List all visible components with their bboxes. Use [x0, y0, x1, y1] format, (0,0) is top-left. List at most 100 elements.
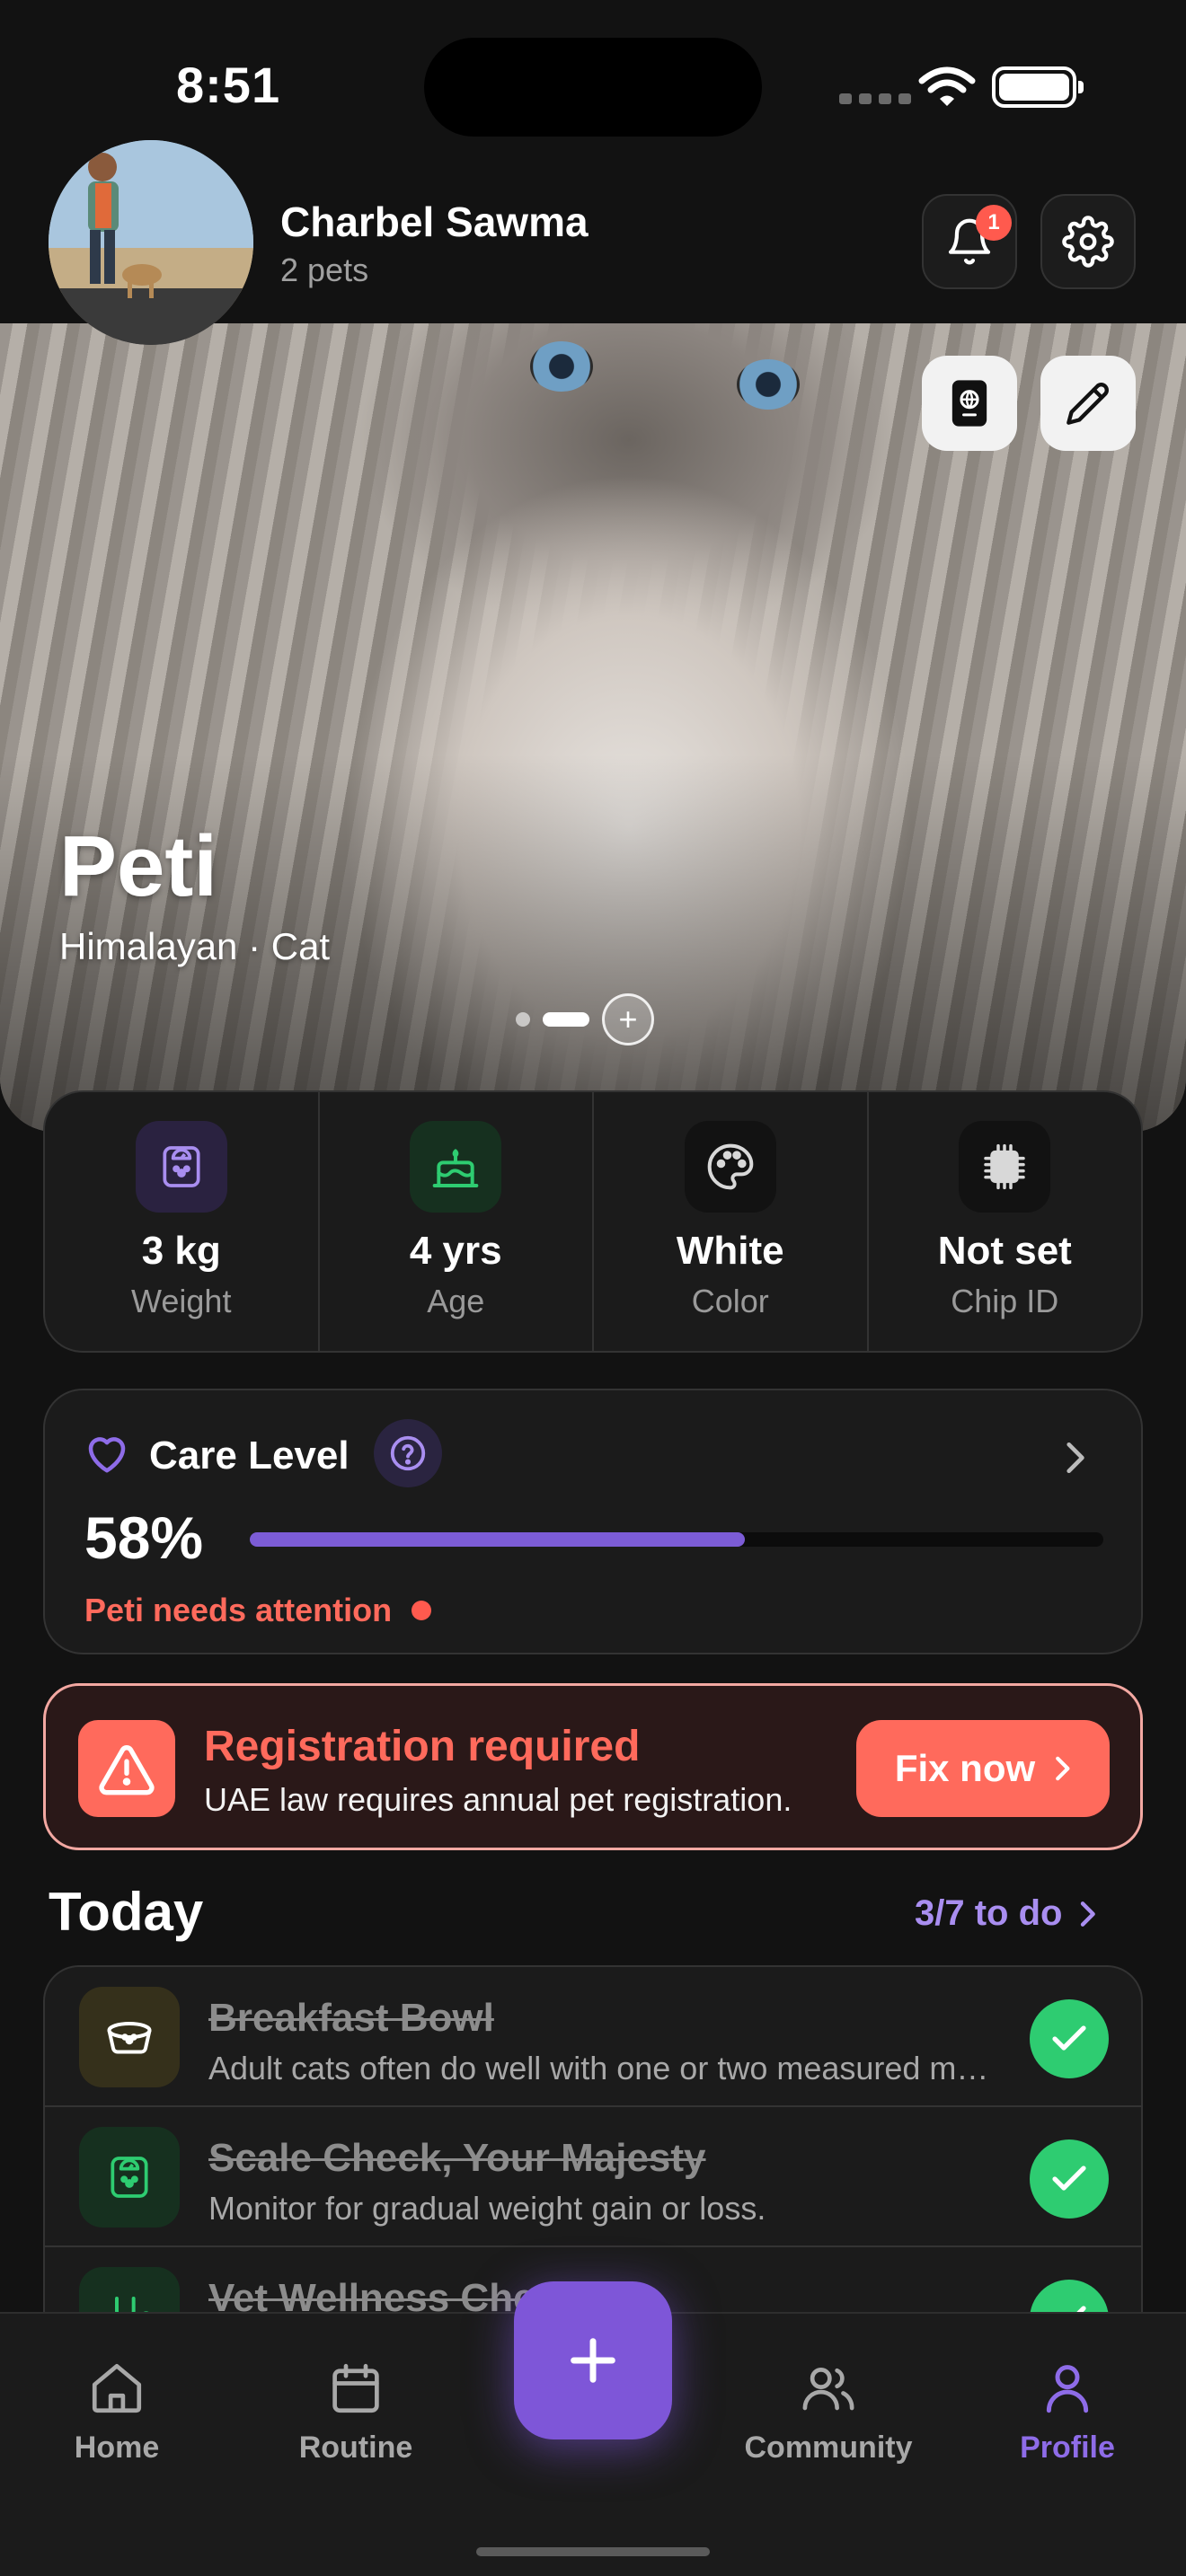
- today-count-link[interactable]: 3/7 to do: [915, 1893, 1096, 1934]
- settings-button[interactable]: [1040, 194, 1136, 289]
- avatar[interactable]: [49, 140, 253, 345]
- dynamic-island: [424, 38, 762, 137]
- stat-value: 4 yrs: [409, 1229, 502, 1273]
- chevron-right-icon: [1067, 1442, 1084, 1474]
- stat-age-icon-box: [410, 1121, 502, 1213]
- home-indicator: [476, 2547, 710, 2556]
- notification-badge: 1: [976, 205, 1012, 241]
- stat-chip-icon-box: [959, 1121, 1051, 1213]
- stat-value: 3 kg: [141, 1229, 221, 1273]
- fix-now-button[interactable]: Fix now: [856, 1720, 1110, 1817]
- pet-hero-photo[interactable]: Peti Himalayan · Cat +: [0, 323, 1186, 1132]
- heart-icon: [88, 1437, 126, 1473]
- stat-weight[interactable]: 3 kg Weight: [45, 1092, 320, 1351]
- care-level-card[interactable]: Care Level 58% Peti needs attention: [43, 1389, 1143, 1654]
- care-level-percent: 58%: [84, 1504, 204, 1571]
- cake-icon: [432, 1149, 479, 1187]
- stat-color-icon-box: [684, 1121, 776, 1213]
- chip-icon: [984, 1143, 1025, 1190]
- stat-label: Color: [691, 1283, 769, 1319]
- status-time: 8:51: [176, 57, 281, 113]
- care-warning: Peti needs attention: [84, 1592, 432, 1629]
- stat-chip-id[interactable]: Not set Chip ID: [869, 1092, 1142, 1351]
- user-name: Charbel Sawma: [280, 198, 589, 245]
- tab-label: Home: [74, 2430, 160, 2465]
- check-icon: [1052, 2025, 1086, 2051]
- tab-profile[interactable]: Profile: [978, 2359, 1157, 2466]
- stat-value: Not set: [937, 1229, 1072, 1273]
- pet-carousel-dots: +: [516, 993, 654, 1045]
- palette-icon: [707, 1143, 754, 1190]
- cat-eye-left: [530, 341, 593, 392]
- wifi-icon: [918, 66, 976, 106]
- task-item[interactable]: Breakfast Bowl Adult cats often do well …: [45, 1967, 1141, 2107]
- stat-age[interactable]: 4 yrs Age: [320, 1092, 594, 1351]
- task-description: Adult cats often do well with one or two…: [208, 2050, 999, 2086]
- stat-color[interactable]: White Color: [594, 1092, 869, 1351]
- question-icon: [390, 1435, 426, 1471]
- tab-label: Community: [744, 2430, 913, 2465]
- care-progress-fill: [250, 1532, 745, 1547]
- chevron-right-icon: [1056, 1756, 1070, 1781]
- cellular-signal-icon: [839, 93, 911, 104]
- today-title: Today: [49, 1882, 204, 1942]
- scale-icon: [163, 1146, 200, 1187]
- cat-eye-right: [737, 359, 800, 410]
- task-complete-checkbox[interactable]: [1030, 1999, 1109, 2078]
- stat-label: Age: [427, 1283, 485, 1319]
- task-title: Breakfast Bowl: [208, 1996, 494, 2040]
- battery-icon: [992, 66, 1084, 108]
- reg-icon-box: [78, 1720, 175, 1817]
- today-task-list: Breakfast Bowl Adult cats often do well …: [43, 1965, 1143, 2325]
- pet-breed: Himalayan · Cat: [59, 925, 331, 967]
- care-level-title: Care Level: [149, 1434, 350, 1478]
- tab-routine[interactable]: Routine: [266, 2359, 446, 2466]
- users-icon: [802, 2368, 854, 2411]
- task-description: Monitor for gradual weight gain or loss.: [208, 2190, 766, 2227]
- carousel-dot-active[interactable]: [543, 1012, 589, 1027]
- task-title: Scale Check, Your Majesty: [208, 2136, 706, 2180]
- plus-icon: [571, 2338, 615, 2383]
- care-help-button[interactable]: [374, 1419, 442, 1487]
- task-icon-box: [79, 1987, 180, 2087]
- stat-value: White: [676, 1229, 784, 1273]
- calendar-icon: [332, 2363, 379, 2413]
- passport-icon: [951, 380, 987, 427]
- edit-pet-button[interactable]: [1040, 356, 1136, 451]
- task-item[interactable]: Scale Check, Your Majesty Monitor for gr…: [45, 2107, 1141, 2247]
- add-button[interactable]: [514, 2281, 672, 2439]
- task-icon-box: [79, 2127, 180, 2228]
- stat-weight-icon-box: [135, 1121, 227, 1213]
- notifications-button[interactable]: 1: [922, 194, 1017, 289]
- profile-header: Charbel Sawma 2 pets 1: [0, 135, 1186, 345]
- scale-icon: [111, 2157, 148, 2198]
- care-warning-text: Peti needs attention: [84, 1592, 393, 1628]
- registration-title: Registration required: [204, 1723, 641, 1770]
- today-count: 3/7 to do: [915, 1893, 1063, 1933]
- care-progress-bar: [250, 1532, 1103, 1547]
- passport-button[interactable]: [922, 356, 1017, 451]
- fix-now-label: Fix now: [894, 1747, 1036, 1789]
- add-pet-button[interactable]: +: [602, 993, 654, 1045]
- carousel-dot[interactable]: [516, 1012, 530, 1027]
- task-complete-checkbox[interactable]: [1030, 2139, 1109, 2219]
- tab-community[interactable]: Community: [739, 2359, 918, 2466]
- registration-subtitle: UAE law requires annual pet registration…: [204, 1781, 792, 1818]
- pet-name: Peti: [59, 818, 218, 914]
- chevron-right-icon: [1081, 1901, 1096, 1927]
- stat-label: Weight: [131, 1283, 232, 1319]
- pencil-icon: [1067, 383, 1109, 425]
- gear-icon: [1062, 216, 1114, 268]
- check-icon: [1052, 2166, 1086, 2191]
- warning-triangle-icon: [99, 1745, 155, 1795]
- bowl-icon: [107, 2022, 152, 2054]
- home-icon: [92, 2363, 142, 2413]
- pet-stats-card: 3 kg Weight 4 yrs Age White Color Not se…: [43, 1090, 1143, 1353]
- registration-alert: Registration required UAE law requires a…: [43, 1683, 1143, 1850]
- pets-count: 2 pets: [280, 251, 369, 288]
- tab-label: Routine: [298, 2430, 413, 2465]
- tab-home[interactable]: Home: [27, 2359, 207, 2466]
- stat-label: Chip ID: [951, 1283, 1059, 1319]
- user-icon: [1046, 2365, 1089, 2413]
- status-bar: 8:51: [0, 0, 1186, 137]
